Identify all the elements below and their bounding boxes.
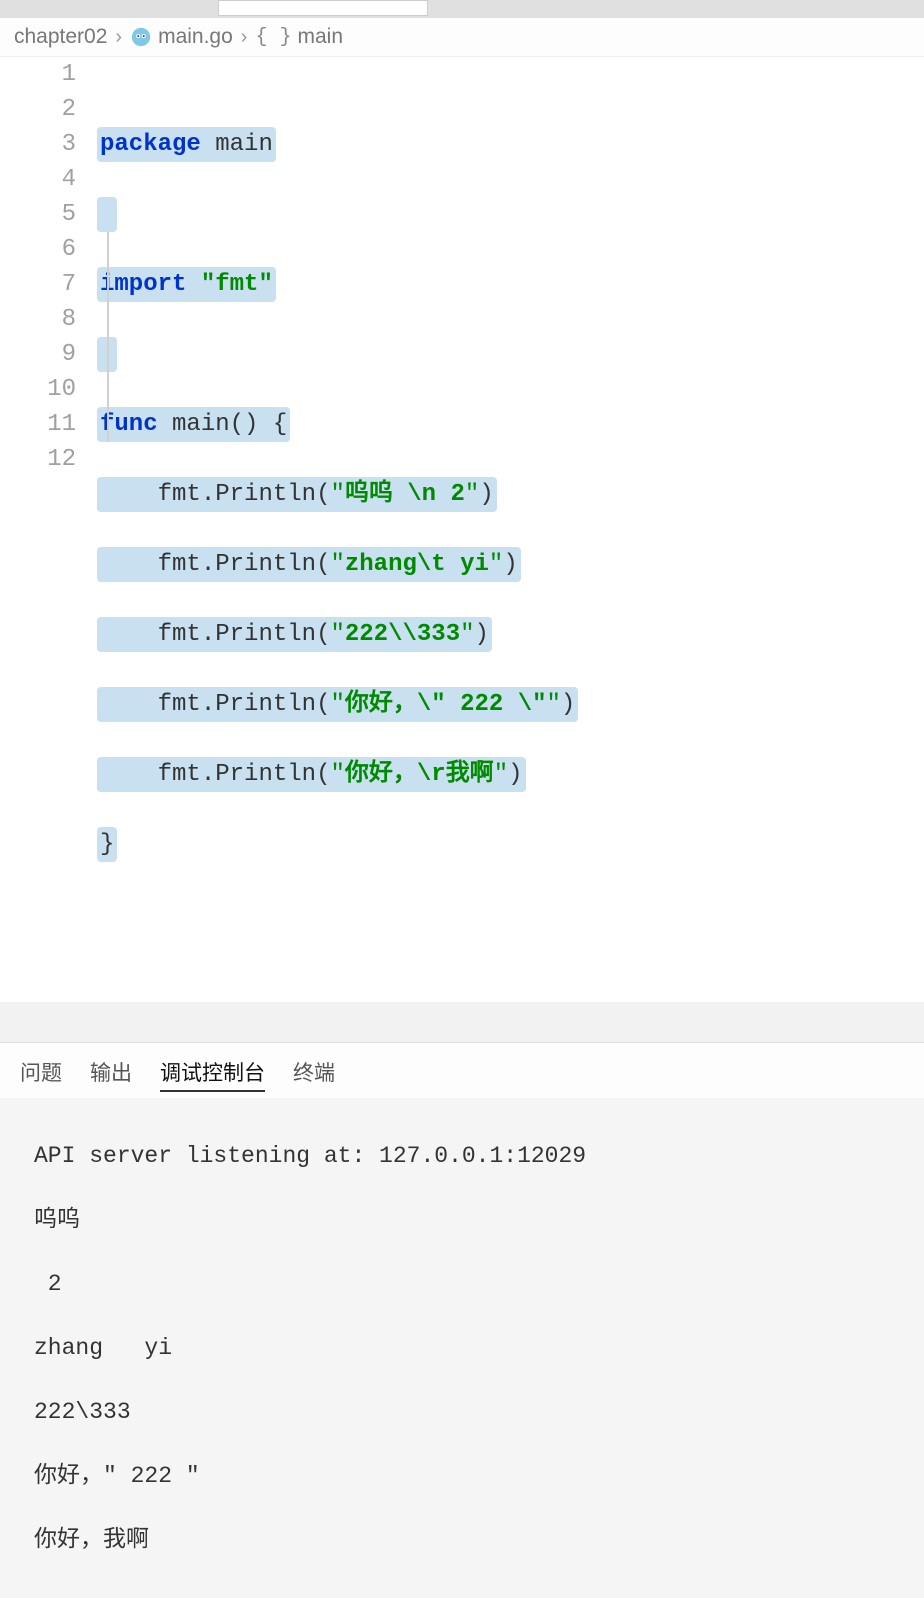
code-line[interactable]: fmt.Println("222\\333") <box>100 617 914 652</box>
code-editor[interactable]: 1 2 3 4 5 6 7 8 9 10 11 12 package main … <box>0 56 924 1002</box>
console-line: API server listening at: 127.0.0.1:12029 <box>34 1140 890 1172</box>
line-number: 10 <box>0 372 76 407</box>
code-area[interactable]: package main import "fmt" func main() { … <box>100 57 924 1002</box>
chevron-right-icon: › <box>111 26 126 49</box>
code-line[interactable]: } <box>100 827 914 862</box>
top-toolbar <box>0 0 924 18</box>
tab-issues[interactable]: 问题 <box>20 1057 62 1092</box>
code-line[interactable] <box>100 897 914 932</box>
editor-empty-area <box>0 1002 924 1042</box>
line-number: 3 <box>0 127 76 162</box>
code-line[interactable]: func main() { <box>100 407 914 442</box>
console-line: 2 <box>34 1268 890 1300</box>
console-line: zhang yi <box>34 1332 890 1364</box>
indent-guide <box>107 232 109 442</box>
bottom-panel-tabs[interactable]: 问题 输出 调试控制台 终端 <box>0 1042 924 1098</box>
code-line[interactable]: fmt.Println("呜呜 \n 2") <box>100 477 914 512</box>
console-line: 你好，我啊 <box>34 1524 890 1556</box>
line-number: 4 <box>0 162 76 197</box>
line-number: 2 <box>0 92 76 127</box>
breadcrumb-file[interactable]: main.go <box>126 25 237 49</box>
tab-output[interactable]: 输出 <box>90 1057 132 1092</box>
line-number: 7 <box>0 267 76 302</box>
code-line[interactable] <box>100 197 914 232</box>
breadcrumb-symbol-label: main <box>297 25 343 49</box>
code-line[interactable]: package main <box>100 127 914 162</box>
line-number: 5 <box>0 197 76 232</box>
breadcrumb[interactable]: chapter02 › main.go › { } main <box>0 18 924 56</box>
code-line[interactable]: import "fmt" <box>100 267 914 302</box>
line-number: 6 <box>0 232 76 267</box>
debug-console-output[interactable]: API server listening at: 127.0.0.1:12029… <box>0 1098 924 1598</box>
code-line[interactable]: fmt.Println("你好，\" 222 \"") <box>100 687 914 722</box>
breadcrumb-folder[interactable]: chapter02 <box>10 25 111 49</box>
tab-debug-console[interactable]: 调试控制台 <box>160 1057 265 1092</box>
chevron-right-icon: › <box>237 26 252 49</box>
line-number: 11 <box>0 407 76 442</box>
search-input[interactable] <box>218 0 428 16</box>
code-line[interactable]: fmt.Println("zhang\t yi") <box>100 547 914 582</box>
tab-terminal[interactable]: 终端 <box>293 1057 335 1092</box>
breadcrumb-folder-label: chapter02 <box>14 25 107 49</box>
line-number: 9 <box>0 337 76 372</box>
code-line[interactable]: fmt.Println("你好，\r我啊") <box>100 757 914 792</box>
line-number: 12 <box>0 442 76 477</box>
breadcrumb-file-label: main.go <box>158 25 233 49</box>
console-line: 222\333 <box>34 1396 890 1428</box>
line-number: 1 <box>0 57 76 92</box>
console-line: 呜呜 <box>34 1204 890 1236</box>
breadcrumb-symbol[interactable]: { } main <box>251 25 347 49</box>
namespace-icon: { } <box>255 26 291 49</box>
go-file-icon <box>130 26 152 48</box>
line-number: 8 <box>0 302 76 337</box>
console-line: 你好，" 222 " <box>34 1460 890 1492</box>
line-gutter: 1 2 3 4 5 6 7 8 9 10 11 12 <box>0 57 100 1002</box>
code-line[interactable] <box>100 337 914 372</box>
